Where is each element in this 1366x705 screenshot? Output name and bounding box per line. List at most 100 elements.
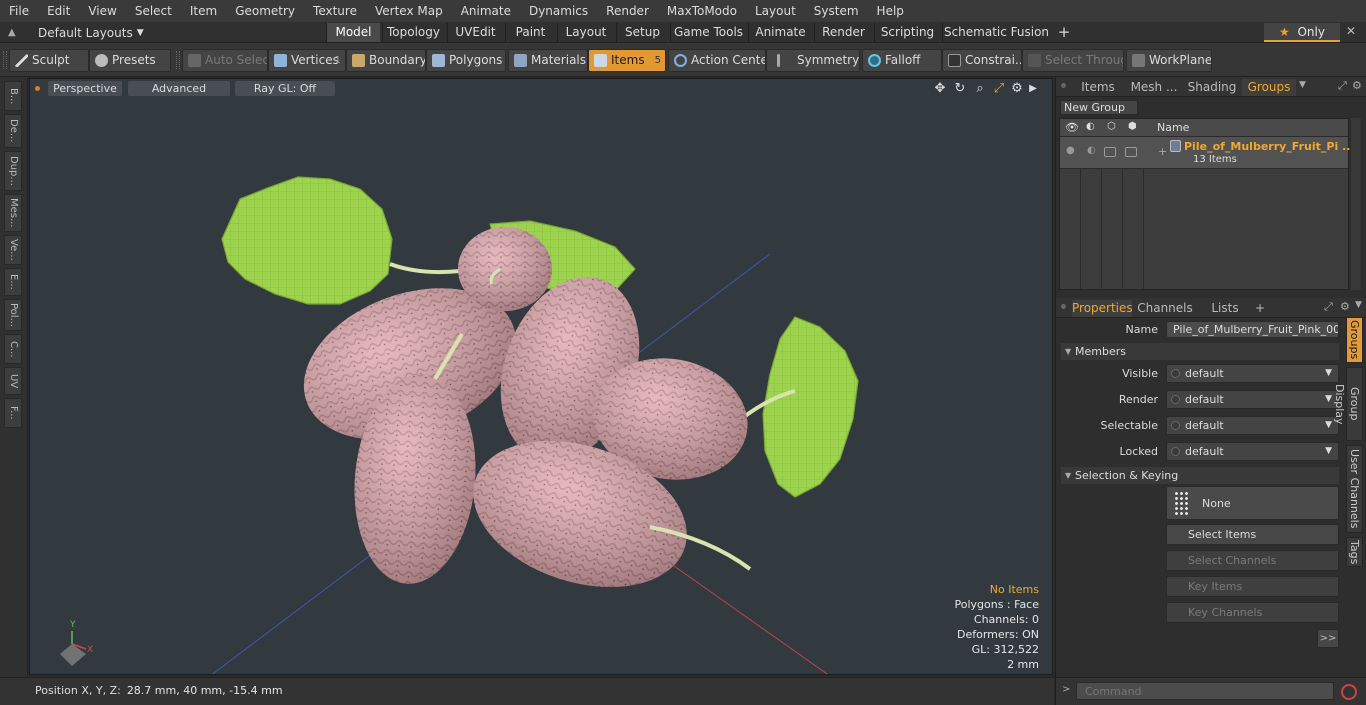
menu-item-texture[interactable]: Texture bbox=[304, 4, 366, 18]
select-items-button[interactable]: Select Items bbox=[1166, 524, 1339, 545]
settings-gear-icon[interactable]: ⚙ bbox=[1010, 82, 1024, 96]
panel-menu-dot[interactable] bbox=[1061, 304, 1066, 309]
boundary-button[interactable]: Boundary bbox=[346, 49, 426, 72]
zoom-view-icon[interactable]: ⌕ bbox=[973, 82, 987, 96]
command-input[interactable] bbox=[1076, 682, 1334, 700]
more-arrow-icon[interactable]: ▶ bbox=[1026, 82, 1040, 96]
menu-item-select[interactable]: Select bbox=[126, 4, 181, 18]
menu-item-maxtomodo[interactable]: MaxToModo bbox=[658, 4, 746, 18]
menu-item-render[interactable]: Render bbox=[597, 4, 658, 18]
tab-items[interactable]: Items bbox=[1074, 79, 1122, 96]
scene-render[interactable] bbox=[30, 79, 1053, 675]
symmetry-button[interactable]: Symmetry bbox=[766, 49, 860, 72]
left-tab-5[interactable]: E... bbox=[4, 268, 22, 296]
maximize-view-icon[interactable]: ⤢ bbox=[992, 82, 1006, 96]
tab-shading[interactable]: Shading bbox=[1184, 79, 1240, 96]
tab-uvedit[interactable]: UVEdit bbox=[447, 23, 503, 42]
left-tab-4[interactable]: Ve... bbox=[4, 235, 22, 265]
sculpt-button[interactable]: Sculpt bbox=[9, 49, 89, 72]
locked-dropdown[interactable]: default ▼ bbox=[1166, 442, 1339, 461]
tab-topology[interactable]: Topology bbox=[382, 23, 444, 42]
tab-scripting[interactable]: Scripting bbox=[874, 23, 940, 42]
collapse-icon[interactable]: ▼ bbox=[1355, 300, 1362, 310]
none-selector[interactable]: None bbox=[1166, 486, 1339, 520]
left-tab-2[interactable]: Dup... bbox=[4, 151, 22, 191]
panel-settings-icon[interactable]: ⚙ bbox=[1352, 79, 1362, 92]
move-view-icon[interactable]: ✥ bbox=[933, 82, 947, 96]
vertices-button[interactable]: Vertices 1 bbox=[268, 49, 346, 72]
select-icon[interactable]: ⬢ bbox=[1128, 121, 1137, 132]
key-channels-button[interactable]: Key Channels bbox=[1166, 602, 1339, 623]
groups-scrollbar[interactable] bbox=[1351, 118, 1361, 290]
constraints-button[interactable]: Constrai... bbox=[942, 49, 1022, 72]
raygl-button[interactable]: Ray GL: Off bbox=[235, 81, 335, 96]
visible-dropdown[interactable]: default ▼ bbox=[1166, 364, 1339, 383]
add-tab-icon[interactable]: + bbox=[1254, 300, 1266, 317]
tab-properties[interactable]: Properties bbox=[1072, 300, 1133, 317]
expand-panel-icon[interactable]: ⤢ bbox=[1338, 79, 1347, 93]
left-tab-1[interactable]: De... bbox=[4, 114, 22, 148]
tab-game-tools[interactable]: Game Tools bbox=[670, 23, 746, 42]
presets-button[interactable]: Presets bbox=[89, 49, 171, 72]
menu-item-dynamics[interactable]: Dynamics bbox=[520, 4, 597, 18]
members-section-header[interactable]: ▼ Members bbox=[1061, 343, 1339, 360]
tab-channels[interactable]: Channels bbox=[1136, 300, 1194, 317]
menu-item-vertex-map[interactable]: Vertex Map bbox=[366, 4, 452, 18]
tab-model[interactable]: Model bbox=[326, 23, 380, 42]
group-row[interactable]: ● ◐ + Pile_of_Mulberry_Fruit_Pi ... 13 I… bbox=[1060, 137, 1355, 169]
action-center-button[interactable]: Action Center bbox=[668, 49, 766, 72]
items-button[interactable]: Items 5 bbox=[588, 49, 666, 72]
side-tab-group-display[interactable]: Group Display bbox=[1333, 367, 1363, 441]
tab-setup[interactable]: Setup bbox=[616, 23, 668, 42]
left-tab-0[interactable]: B... bbox=[4, 81, 22, 111]
menu-item-animate[interactable]: Animate bbox=[452, 4, 520, 18]
side-tab-user-channels[interactable]: User Channels bbox=[1346, 445, 1363, 533]
select-channels-button[interactable]: Select Channels bbox=[1166, 550, 1339, 571]
tab-groups[interactable]: Groups bbox=[1242, 79, 1296, 96]
record-icon[interactable] bbox=[1341, 684, 1357, 700]
panel-settings-icon[interactable]: ⚙ bbox=[1340, 300, 1350, 313]
falloff-button[interactable]: Falloff bbox=[862, 49, 942, 72]
close-icon[interactable]: ✕ bbox=[1346, 24, 1356, 38]
tab-render[interactable]: Render bbox=[814, 23, 872, 42]
add-tab-icon[interactable]: + bbox=[1057, 23, 1071, 42]
lock-icon[interactable]: ⬡ bbox=[1107, 121, 1116, 132]
only-button[interactable]: ★ Only bbox=[1264, 23, 1340, 42]
layout-selector[interactable]: ▲ Default Layouts ▼ bbox=[8, 24, 144, 41]
side-tab-groups[interactable]: Groups bbox=[1346, 317, 1363, 363]
name-field[interactable]: Pile_of_Mulberry_Fruit_Pink_001 bbox=[1166, 321, 1339, 338]
expand-panel-icon[interactable]: ⤢ bbox=[1324, 300, 1333, 314]
view-mode-button[interactable]: Perspective bbox=[48, 81, 122, 96]
tab-animate[interactable]: Animate bbox=[748, 23, 812, 42]
polygons-button[interactable]: Polygons bbox=[426, 49, 506, 72]
shading-button[interactable]: Advanced bbox=[128, 81, 230, 96]
menu-item-help[interactable]: Help bbox=[868, 4, 913, 18]
left-tab-9[interactable]: F... bbox=[4, 398, 22, 428]
tab-lists[interactable]: Lists bbox=[1198, 300, 1252, 317]
render-icon[interactable]: ◐ bbox=[1086, 121, 1095, 132]
panel-menu-dot[interactable] bbox=[1061, 83, 1066, 88]
tab-layout[interactable]: Layout bbox=[557, 23, 614, 42]
tab-schematic-fusion[interactable]: Schematic Fusion bbox=[942, 23, 1050, 42]
eye-icon[interactable]: 👁 bbox=[1065, 121, 1079, 134]
selection-keying-section-header[interactable]: ▼ Selection & Keying bbox=[1061, 467, 1339, 484]
auto-select-button[interactable]: Auto Select bbox=[182, 49, 268, 72]
collapse-arrow-icon[interactable]: ▲ bbox=[8, 27, 22, 38]
render-toggle-icon[interactable]: ◐ bbox=[1087, 145, 1096, 156]
rotate-view-icon[interactable]: ↻ bbox=[953, 82, 967, 96]
workplane-button[interactable]: WorkPlane bbox=[1126, 49, 1212, 72]
side-tab-tags[interactable]: Tags bbox=[1346, 537, 1363, 567]
key-items-button[interactable]: Key Items bbox=[1166, 576, 1339, 597]
left-tab-3[interactable]: Mes... bbox=[4, 194, 22, 232]
lock-toggle-icon[interactable] bbox=[1104, 147, 1116, 157]
visibility-toggle-icon[interactable]: ● bbox=[1066, 145, 1075, 156]
menu-item-geometry[interactable]: Geometry bbox=[226, 4, 304, 18]
left-tab-6[interactable]: Pol... bbox=[4, 299, 22, 331]
group-name[interactable]: Pile_of_Mulberry_Fruit_Pi ... bbox=[1184, 140, 1355, 153]
menu-item-system[interactable]: System bbox=[805, 4, 868, 18]
tab-paint[interactable]: Paint bbox=[505, 23, 555, 42]
selectable-dropdown[interactable]: default ▼ bbox=[1166, 416, 1339, 435]
menu-item-view[interactable]: View bbox=[79, 4, 125, 18]
materials-button[interactable]: Materials bbox=[508, 49, 588, 72]
new-group-button[interactable]: New Group bbox=[1060, 100, 1138, 115]
